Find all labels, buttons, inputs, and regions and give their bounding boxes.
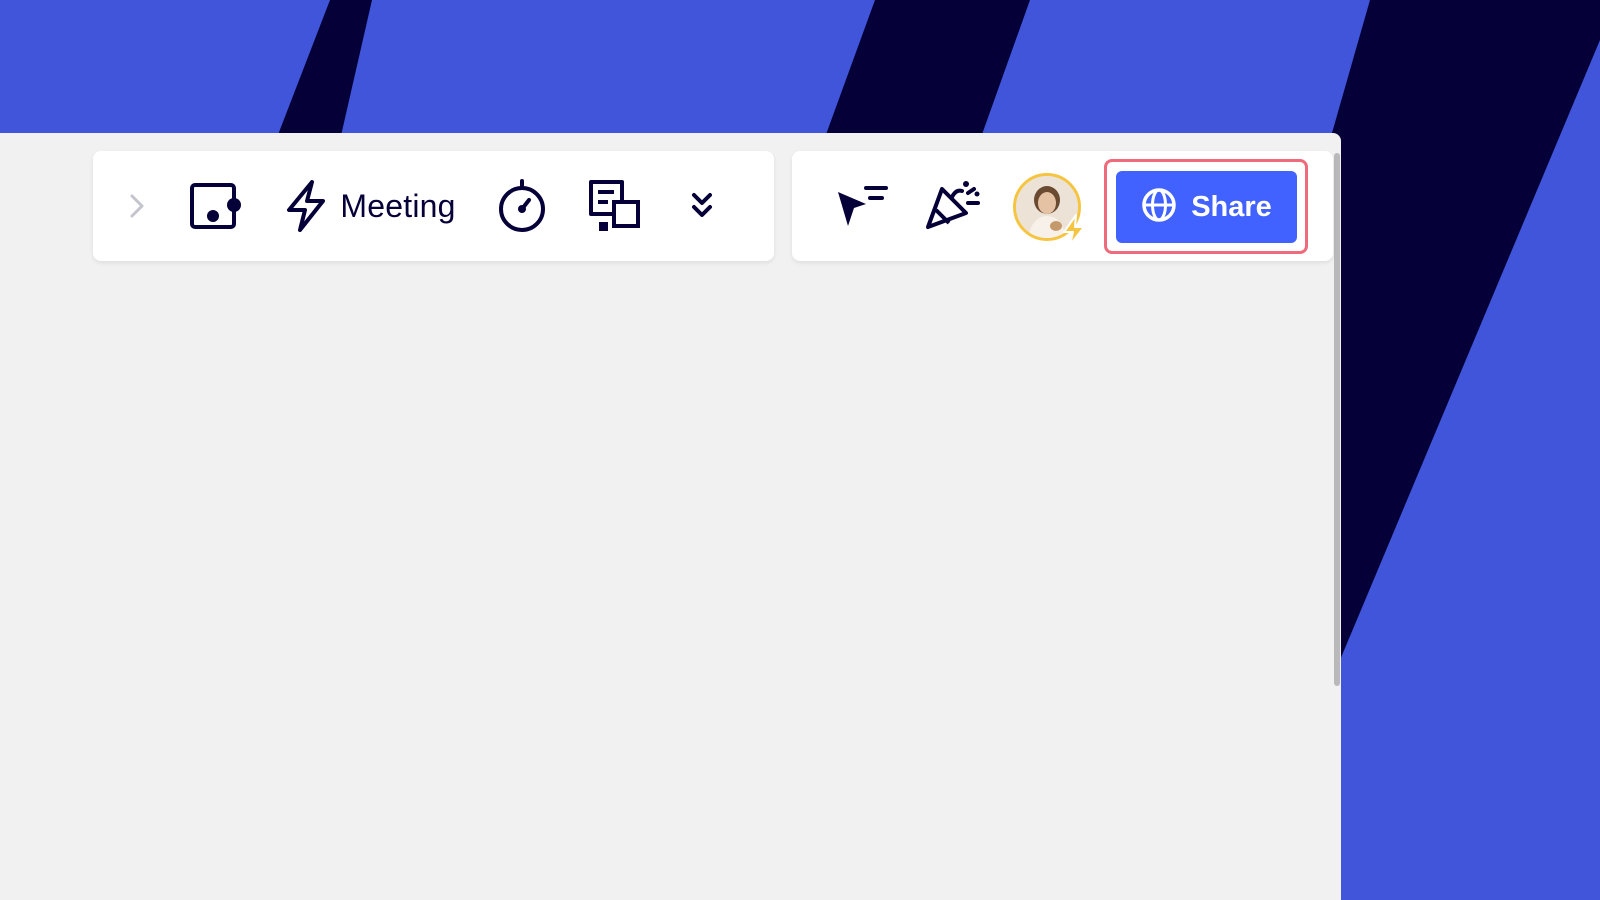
- more-tools-button[interactable]: [682, 151, 722, 261]
- meeting-button[interactable]: Meeting: [277, 151, 463, 261]
- double-chevron-down-icon: [689, 191, 715, 221]
- scrollbar-thumb[interactable]: [1334, 153, 1340, 686]
- timer-button[interactable]: [494, 151, 550, 261]
- frames-button[interactable]: [185, 151, 245, 261]
- chevron-right-icon: [129, 193, 145, 219]
- share-label: Share: [1191, 190, 1272, 223]
- frame-icon: [189, 181, 241, 231]
- globe-icon: [1141, 187, 1177, 228]
- board-toolbar: Meeting: [93, 151, 774, 261]
- meeting-label: Meeting: [340, 187, 456, 224]
- lightning-icon: [284, 179, 328, 233]
- vertical-scrollbar[interactable]: [1334, 153, 1341, 686]
- celebrate-icon: [922, 179, 982, 233]
- celebrate-button[interactable]: [920, 151, 984, 261]
- cards-button[interactable]: [584, 151, 644, 261]
- share-button[interactable]: Share: [1116, 171, 1297, 243]
- lightning-badge-icon: [1061, 214, 1087, 251]
- cursor-filter-button[interactable]: [832, 151, 892, 261]
- cards-icon: [586, 178, 642, 234]
- expand-toolbar-button[interactable]: [117, 151, 157, 261]
- user-avatar[interactable]: [1013, 173, 1085, 246]
- timer-icon: [496, 178, 548, 234]
- cursor-filter-icon: [834, 182, 890, 230]
